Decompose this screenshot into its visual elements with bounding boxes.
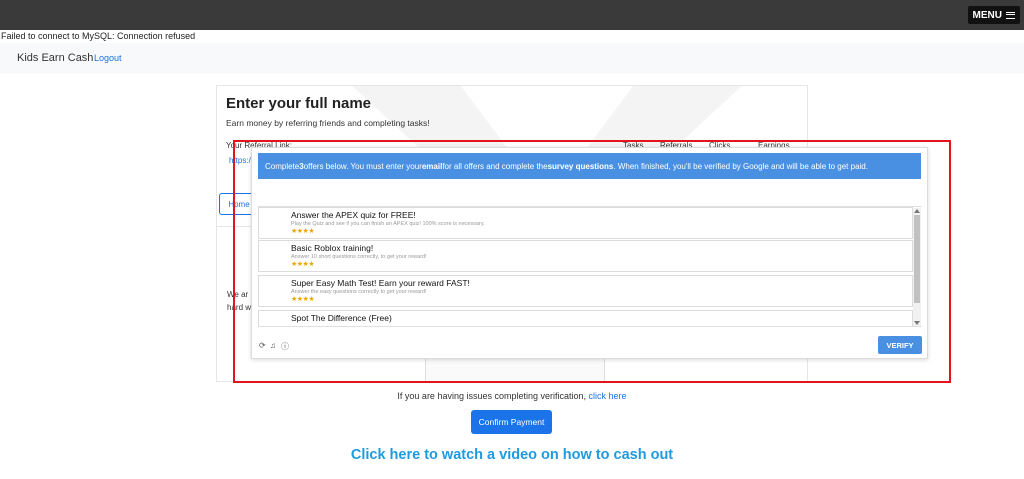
logout-link[interactable]: Logout xyxy=(94,53,122,63)
page-title: Enter your full name xyxy=(226,95,372,112)
headphones-icon[interactable]: ♫ xyxy=(270,341,276,350)
offer-title: Super Easy Math Test! Earn your reward F… xyxy=(291,278,470,288)
info-icon[interactable]: ⓘ xyxy=(281,341,289,352)
offer-list[interactable]: Answer the APEX quiz for FREE! Play the … xyxy=(258,206,922,327)
scroll-up-arrow-icon[interactable] xyxy=(914,209,920,213)
banner-text-pre: Complete xyxy=(265,161,300,171)
top-bar: MENU xyxy=(0,0,1024,30)
verification-help-text: If you are having issues completing veri… xyxy=(397,391,587,401)
banner-text-post: . When finished, you'll be verified by G… xyxy=(613,161,868,171)
offer-item-apex[interactable]: Answer the APEX quiz for FREE! Play the … xyxy=(258,207,913,239)
verify-button[interactable]: VERIFY xyxy=(878,336,922,354)
navbar: Kids Earn Cash Logout xyxy=(0,43,1024,73)
verification-help-link[interactable]: click here xyxy=(589,391,627,401)
scroll-down-arrow-icon[interactable] xyxy=(914,321,920,325)
offer-title: Spot The Difference (Free) xyxy=(291,313,392,323)
star-rating-icon: ★★★★ xyxy=(291,296,315,303)
banner-survey: survey questions xyxy=(547,161,614,171)
offer-title: Answer the APEX quiz for FREE! xyxy=(291,210,416,220)
error-message: Failed to connect to MySQL: Connection r… xyxy=(1,31,196,41)
offers-modal: Complete 3 offers below. You must enter … xyxy=(251,147,928,359)
scroll-thumb[interactable] xyxy=(914,215,920,303)
offer-list-scrollbar[interactable] xyxy=(913,208,921,326)
offer-item-spot-difference[interactable]: Spot The Difference (Free) xyxy=(258,310,913,326)
cash-out-video-link[interactable]: Click here to watch a video on how to ca… xyxy=(0,447,1024,463)
confirm-payment-button[interactable]: Confirm Payment xyxy=(471,410,552,434)
banner-text-mid1: offers below. You must enter your xyxy=(303,161,422,171)
menu-button[interactable]: MENU xyxy=(967,6,1020,24)
offer-item-roblox[interactable]: Basic Roblox training! Answer 10 short q… xyxy=(258,240,913,272)
page-subtitle: Earn money by referring friends and comp… xyxy=(226,118,430,128)
star-rating-icon: ★★★★ xyxy=(291,261,315,268)
offer-item-math[interactable]: Super Easy Math Test! Earn your reward F… xyxy=(258,275,913,307)
star-rating-icon: ★★★★ xyxy=(291,228,315,235)
banner-email: email xyxy=(421,161,443,171)
menu-label: MENU xyxy=(972,9,1002,21)
instructions-banner: Complete 3 offers below. You must enter … xyxy=(258,153,921,179)
verification-help: If you are having issues completing veri… xyxy=(0,391,1024,401)
hamburger-icon xyxy=(1006,11,1015,19)
offer-title: Basic Roblox training! xyxy=(291,243,374,253)
banner-text-mid2: for all offers and complete the xyxy=(442,161,548,171)
brand-title[interactable]: Kids Earn Cash xyxy=(17,52,93,64)
reload-icon[interactable]: ⟳ xyxy=(259,341,266,350)
